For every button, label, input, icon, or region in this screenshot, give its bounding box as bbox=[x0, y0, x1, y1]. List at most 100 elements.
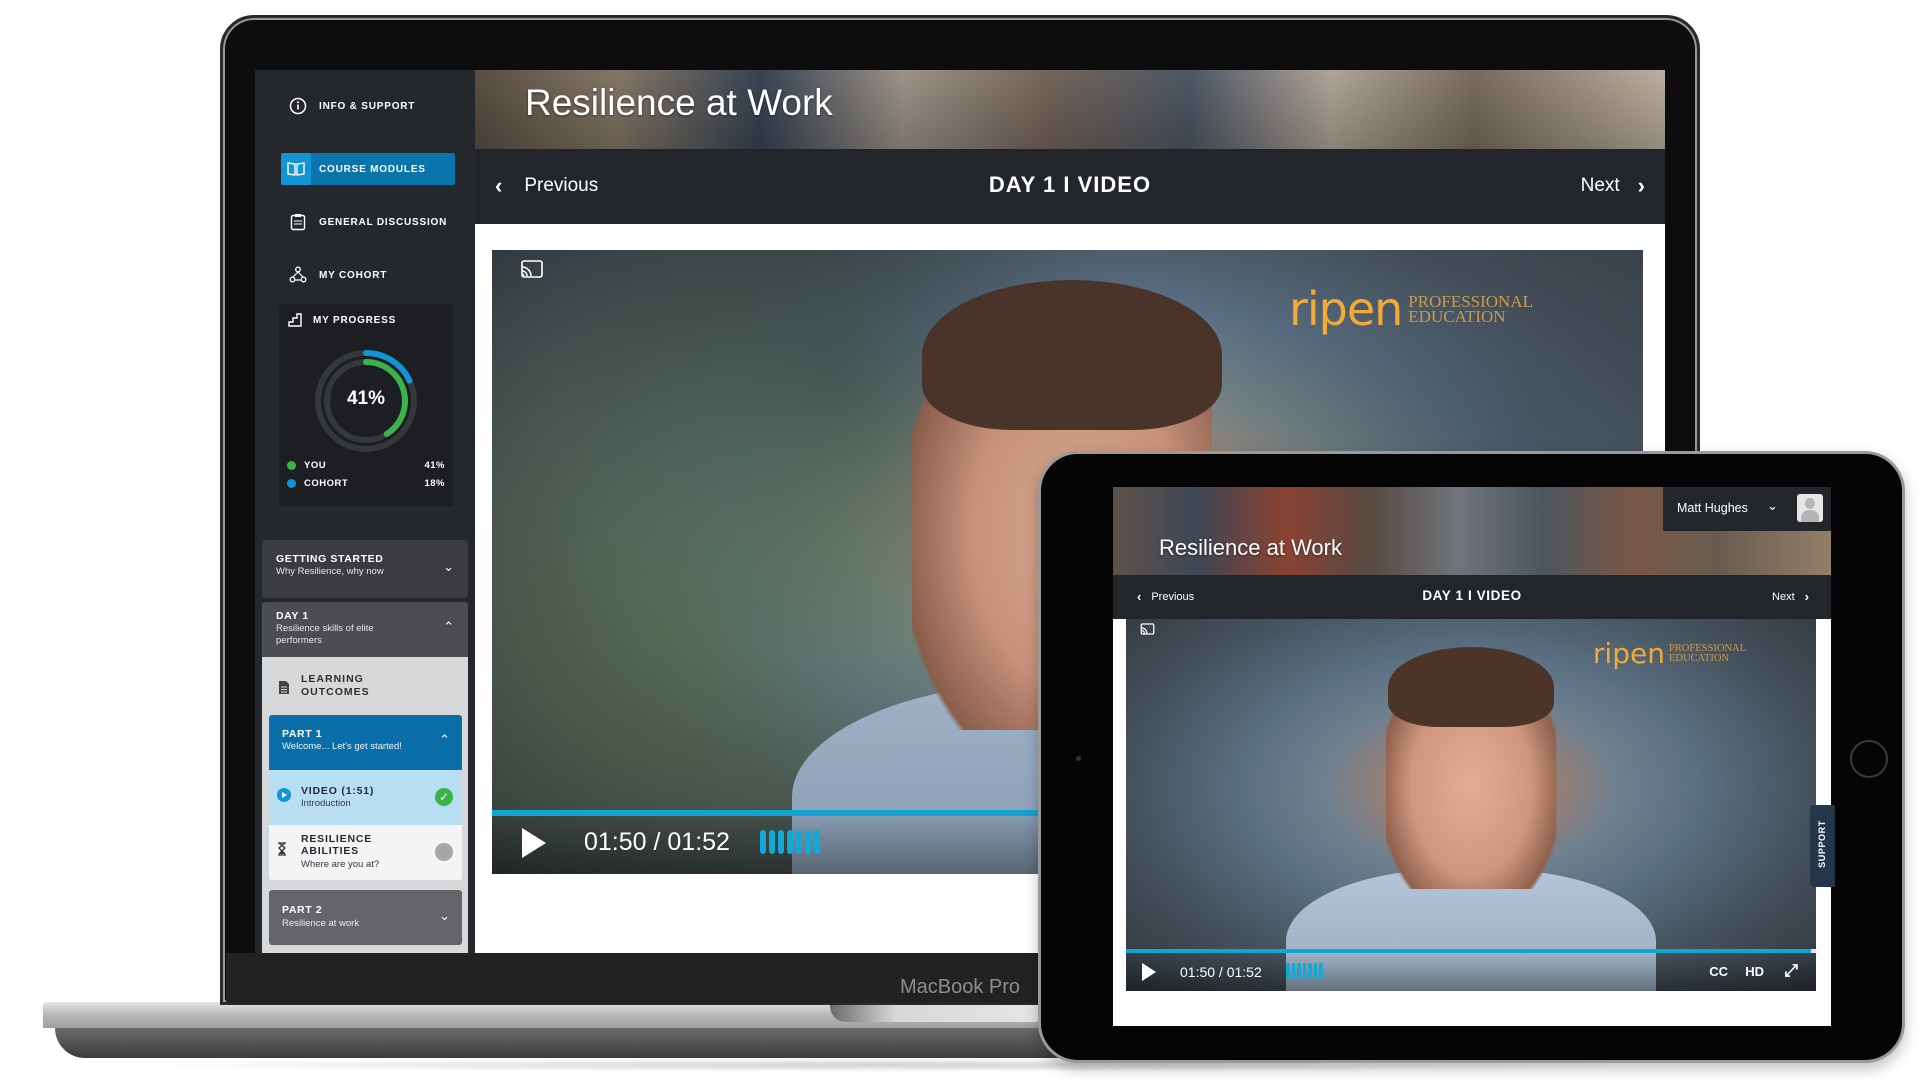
sidebar-item-label: MY COHORT bbox=[319, 269, 388, 281]
volume-bar bbox=[814, 830, 820, 854]
cast-icon[interactable] bbox=[520, 260, 546, 280]
tablet-home-button[interactable] bbox=[1850, 740, 1888, 778]
sidebar-item-label: INFO & SUPPORT bbox=[319, 100, 416, 112]
play-circle-icon bbox=[277, 788, 291, 807]
legend-cohort-value: 18% bbox=[424, 478, 445, 489]
learning-outcomes-label: LEARNING OUTCOMES bbox=[301, 673, 370, 698]
lesson-subtitle: Introduction bbox=[301, 798, 351, 809]
cast-icon[interactable] bbox=[1140, 623, 1155, 638]
progress-card: MY PROGRESS 41% YOU 41% COHORT 18% bbox=[279, 304, 453, 506]
brand-name: ripen bbox=[1592, 637, 1665, 670]
chevron-right-icon: › bbox=[1637, 173, 1645, 198]
module-title: DAY 1 bbox=[276, 610, 309, 622]
module-title: GETTING STARTED bbox=[276, 553, 384, 565]
brand-line-2: EDUCATION bbox=[1668, 652, 1730, 664]
chevron-down-icon[interactable]: ⌄ bbox=[439, 908, 450, 924]
volume-bar bbox=[1313, 963, 1317, 979]
video-controls: 01:50 / 01:52 CC HD ⤢ bbox=[1126, 953, 1816, 991]
volume-bar bbox=[1308, 963, 1312, 979]
volume-control[interactable] bbox=[760, 830, 820, 854]
legend-cohort-label: COHORT bbox=[304, 478, 349, 489]
legend-you-label: YOU bbox=[304, 460, 327, 471]
tablet-page-title: DAY 1 I VIDEO bbox=[1422, 588, 1522, 603]
volume-bar bbox=[805, 830, 811, 854]
sidebar: INFO & SUPPORT COURSE MODULES GENERAL DI… bbox=[255, 70, 475, 953]
you-dot bbox=[287, 461, 296, 470]
learning-outcomes-item[interactable]: LEARNING OUTCOMES bbox=[262, 667, 468, 717]
document-icon bbox=[278, 680, 290, 698]
tablet-video-player[interactable]: ripen PROFESSIONAL EDUCATION 01:50 / 01:… bbox=[1126, 619, 1816, 991]
brand-logo: ripen PROFESSIONAL EDUCATION bbox=[1289, 282, 1533, 336]
volume-bar bbox=[769, 830, 775, 854]
lesson-subtitle: Where are you at? bbox=[301, 859, 380, 870]
closed-captions-button[interactable]: CC bbox=[1709, 964, 1728, 979]
user-menu[interactable]: Matt Hughes ⌄ bbox=[1663, 487, 1831, 531]
support-tab[interactable]: SUPPORT bbox=[1810, 805, 1835, 887]
tablet-screen: Resilience at Work Matt Hughes ⌄ ‹ Previ… bbox=[1113, 487, 1831, 1026]
hd-button[interactable]: HD bbox=[1745, 964, 1764, 979]
chevron-right-icon: › bbox=[1804, 589, 1809, 604]
lesson-title: VIDEO (1:51) bbox=[301, 785, 375, 797]
volume-bar bbox=[1297, 963, 1301, 979]
lesson-title: RESILIENCE ABILITIES bbox=[301, 833, 373, 857]
sidebar-item-label: COURSE MODULES bbox=[319, 163, 426, 175]
day-1-contents: LEARNING OUTCOMES PART 1 Welcome... Let'… bbox=[262, 657, 468, 953]
part-2-header[interactable]: PART 2 Resilience at work ⌄ bbox=[269, 890, 462, 945]
volume-bar bbox=[1319, 963, 1323, 979]
legend-cohort: COHORT 18% bbox=[287, 478, 445, 489]
chevron-down-icon[interactable]: ⌄ bbox=[443, 559, 454, 575]
volume-control[interactable] bbox=[1286, 963, 1323, 979]
brand-name: ripen bbox=[1288, 282, 1403, 336]
module-getting-started[interactable]: GETTING STARTED Why Resilience, why now … bbox=[262, 540, 468, 598]
volume-bar bbox=[778, 830, 784, 854]
hourglass-icon bbox=[277, 842, 287, 861]
module-day-1[interactable]: DAY 1 Resilience skills of elite perform… bbox=[262, 602, 468, 658]
volume-bar bbox=[796, 830, 802, 854]
lesson-navbar: ‹ Previous DAY 1 I VIDEO Next › bbox=[475, 149, 1665, 224]
tablet-camera bbox=[1076, 756, 1081, 761]
next-label: Next bbox=[1772, 590, 1795, 603]
lesson-item-video[interactable]: VIDEO (1:51) Introduction ✓ bbox=[269, 770, 462, 825]
sidebar-item-course-modules[interactable]: COURSE MODULES bbox=[281, 153, 455, 185]
legend-you-value: 41% bbox=[424, 460, 445, 471]
support-label: SUPPORT bbox=[1817, 820, 1827, 868]
next-button[interactable]: Next › bbox=[1581, 173, 1645, 199]
info-icon bbox=[287, 95, 309, 117]
brand-logo: ripen PROFESSIONAL EDUCATION bbox=[1593, 637, 1746, 670]
part-1-header[interactable]: PART 1 Welcome... Let's get started! ⌃ bbox=[269, 715, 462, 770]
play-icon[interactable] bbox=[1142, 963, 1156, 981]
part-title: PART 1 bbox=[282, 728, 323, 740]
part-subtitle: Welcome... Let's get started! bbox=[282, 741, 402, 752]
lesson-item-resilience-abilities[interactable]: RESILIENCE ABILITIES Where are you at? bbox=[269, 825, 462, 880]
module-subtitle: Why Resilience, why now bbox=[276, 566, 384, 577]
chevron-up-icon[interactable]: ⌃ bbox=[443, 619, 454, 635]
chevron-up-icon[interactable]: ⌃ bbox=[439, 732, 450, 748]
video-timecode: 01:50 / 01:52 bbox=[584, 828, 730, 856]
volume-bar bbox=[787, 830, 793, 854]
sidebar-item-info-support[interactable]: INFO & SUPPORT bbox=[281, 90, 455, 122]
video-frame-hair bbox=[1388, 647, 1554, 727]
volume-bar bbox=[1291, 963, 1295, 979]
progress-title: MY PROGRESS bbox=[313, 315, 397, 326]
cohort-dot bbox=[287, 479, 296, 488]
play-icon[interactable] bbox=[522, 828, 546, 858]
legend-you: YOU 41% bbox=[287, 460, 445, 471]
page-title: DAY 1 I VIDEO bbox=[988, 172, 1152, 197]
sidebar-item-general-discussion[interactable]: GENERAL DISCUSSION bbox=[281, 206, 455, 238]
sidebar-item-my-cohort[interactable]: MY COHORT bbox=[281, 259, 455, 291]
fullscreen-icon[interactable]: ⤢ bbox=[1784, 961, 1798, 981]
brand-tagline: PROFESSIONAL EDUCATION bbox=[1668, 643, 1746, 664]
tablet-course-title: Resilience at Work bbox=[1159, 535, 1342, 560]
pending-status-icon bbox=[435, 843, 453, 861]
volume-bar bbox=[1302, 963, 1306, 979]
tablet-lesson-navbar: ‹ Previous DAY 1 I VIDEO Next › bbox=[1113, 575, 1831, 619]
book-icon bbox=[281, 153, 311, 185]
brand-tagline: PROFESSIONAL EDUCATION bbox=[1408, 293, 1533, 325]
check-icon: ✓ bbox=[435, 788, 453, 806]
progress-percent: 41% bbox=[346, 388, 386, 409]
next-label: Next bbox=[1580, 175, 1620, 196]
cohort-icon bbox=[287, 264, 309, 286]
tablet-next-button[interactable]: Next › bbox=[1772, 589, 1809, 604]
module-subtitle: Resilience skills of elite performers bbox=[276, 623, 374, 646]
laptop-base-notch bbox=[830, 1002, 1050, 1022]
